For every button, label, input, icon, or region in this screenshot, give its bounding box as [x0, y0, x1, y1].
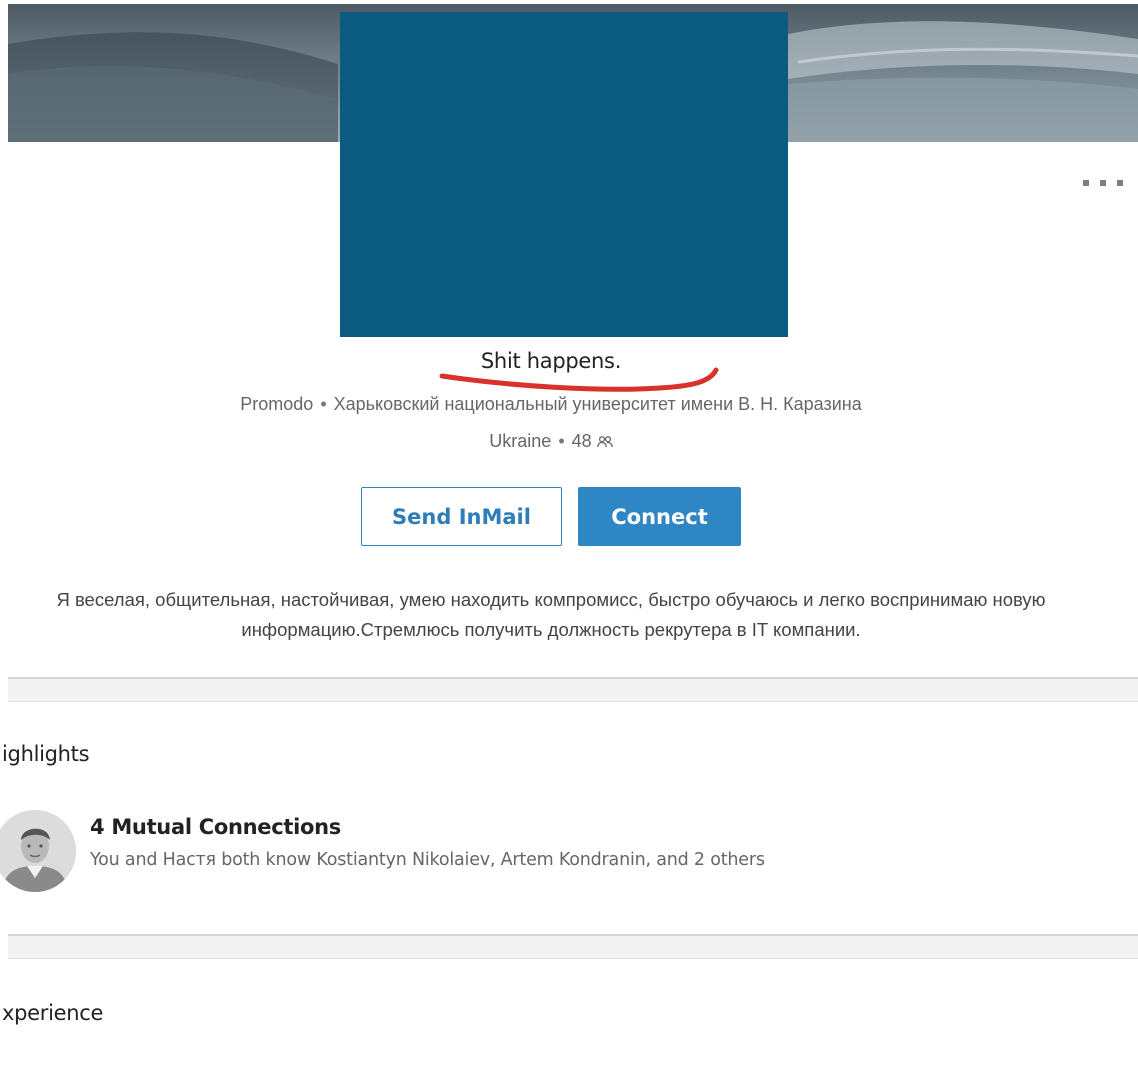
connections-count[interactable]: 48 — [572, 431, 592, 451]
experience-heading: xperience — [2, 1001, 104, 1025]
section-divider — [8, 934, 1138, 959]
profile-photo[interactable] — [340, 12, 788, 337]
mutual-connections-description: You and Настя both know Kostiantyn Nikol… — [90, 850, 765, 870]
connections-icon — [596, 436, 613, 448]
school-name[interactable]: Харьковский национальный университет име… — [334, 394, 862, 414]
separator: • — [320, 394, 327, 414]
more-dots-icon[interactable] — [1083, 172, 1123, 194]
send-inmail-button[interactable]: Send InMail — [361, 487, 562, 546]
company-school-line: Promodo • Харьковский национальный универс… — [0, 394, 1102, 415]
profile-headline: Shit happens. — [480, 349, 622, 373]
mutual-connection-avatar[interactable] — [0, 810, 76, 892]
section-divider — [8, 677, 1138, 702]
location: Ukraine — [489, 431, 552, 451]
separator: • — [558, 431, 565, 451]
mutual-connections-title[interactable]: 4 Mutual Connections — [90, 815, 341, 839]
profile-summary: Я веселая, общительная, настойчивая, уме… — [56, 589, 1046, 640]
location-line: Ukraine • 48 — [0, 431, 1102, 452]
highlights-heading: ighlights — [2, 742, 90, 766]
connect-button[interactable]: Connect — [578, 487, 741, 546]
company-name[interactable]: Promodo — [240, 394, 313, 414]
